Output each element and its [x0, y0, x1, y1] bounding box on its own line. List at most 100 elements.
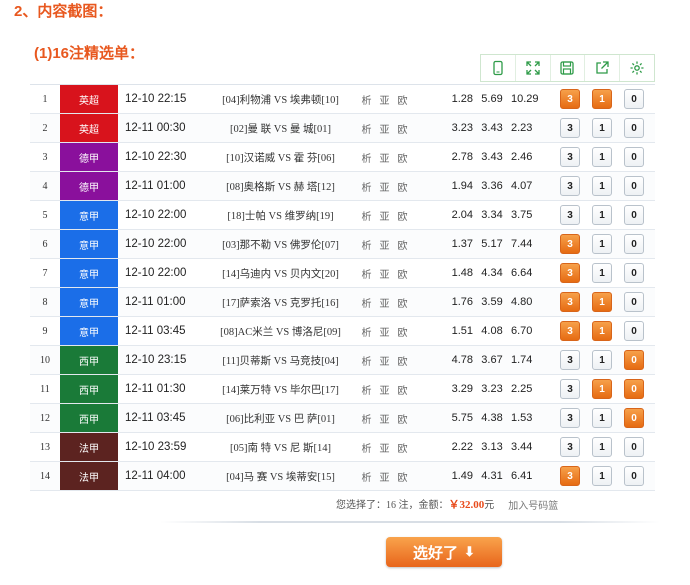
odds-win: 5.75: [451, 412, 473, 424]
pick-button-1[interactable]: 1: [592, 176, 612, 196]
match-teams: [02]曼 联 VS 曼 城[01]: [230, 123, 331, 135]
analysis-link[interactable]: 析: [362, 440, 372, 455]
fullscreen-icon[interactable]: [516, 55, 551, 81]
pick-button-1[interactable]: 1: [592, 350, 612, 370]
pick-button-0[interactable]: 0: [624, 89, 644, 109]
asian-odds-link[interactable]: 亚: [380, 150, 390, 165]
pick-button-3[interactable]: 3: [560, 176, 580, 196]
match-time: 12-11 03:45: [125, 412, 186, 424]
pick-button-0[interactable]: 0: [624, 350, 644, 370]
pick-button-1[interactable]: 1: [592, 321, 612, 341]
analysis-link[interactable]: 析: [362, 150, 372, 165]
pick-button-3[interactable]: 3: [560, 205, 580, 225]
pick-button-3[interactable]: 3: [560, 321, 580, 341]
pick-button-3[interactable]: 3: [560, 118, 580, 138]
euro-odds-link[interactable]: 欧: [398, 92, 408, 107]
pick-button-1[interactable]: 1: [592, 118, 612, 138]
asian-odds-link[interactable]: 亚: [380, 469, 390, 484]
pick-button-0[interactable]: 0: [624, 321, 644, 341]
pick-button-1[interactable]: 1: [592, 234, 612, 254]
euro-odds-link[interactable]: 欧: [398, 121, 408, 136]
asian-odds-link[interactable]: 亚: [380, 382, 390, 397]
asian-odds-link[interactable]: 亚: [380, 440, 390, 455]
euro-odds-link[interactable]: 欧: [398, 469, 408, 484]
pick-buttons: 310: [545, 466, 655, 486]
analysis-link[interactable]: 析: [362, 353, 372, 368]
asian-odds-link[interactable]: 亚: [380, 121, 390, 136]
pick-button-0[interactable]: 0: [624, 147, 644, 167]
pick-button-1[interactable]: 1: [592, 437, 612, 457]
pick-buttons: 310: [545, 437, 655, 457]
pick-button-3[interactable]: 3: [560, 466, 580, 486]
euro-odds-link[interactable]: 欧: [398, 440, 408, 455]
pick-button-0[interactable]: 0: [624, 205, 644, 225]
euro-odds-link[interactable]: 欧: [398, 295, 408, 310]
phone-icon[interactable]: [481, 55, 516, 81]
pick-button-0[interactable]: 0: [624, 379, 644, 399]
add-to-basket-link[interactable]: 加入号码篮: [508, 497, 558, 512]
analysis-link[interactable]: 析: [362, 266, 372, 281]
pick-button-3[interactable]: 3: [560, 350, 580, 370]
settings-icon[interactable]: [620, 55, 654, 81]
pick-button-1[interactable]: 1: [592, 379, 612, 399]
euro-odds-link[interactable]: 欧: [398, 382, 408, 397]
pick-button-0[interactable]: 0: [624, 118, 644, 138]
pick-button-3[interactable]: 3: [560, 263, 580, 283]
euro-odds-link[interactable]: 欧: [398, 179, 408, 194]
asian-odds-link[interactable]: 亚: [380, 179, 390, 194]
analysis-link[interactable]: 析: [362, 121, 372, 136]
euro-odds-link[interactable]: 欧: [398, 324, 408, 339]
asian-odds-link[interactable]: 亚: [380, 411, 390, 426]
analysis-link[interactable]: 析: [362, 382, 372, 397]
euro-odds-link[interactable]: 欧: [398, 266, 408, 281]
pick-button-0[interactable]: 0: [624, 437, 644, 457]
pick-button-1[interactable]: 1: [592, 263, 612, 283]
euro-odds-link[interactable]: 欧: [398, 353, 408, 368]
pick-button-3[interactable]: 3: [560, 89, 580, 109]
pick-button-3[interactable]: 3: [560, 292, 580, 312]
pick-button-0[interactable]: 0: [624, 466, 644, 486]
asian-odds-link[interactable]: 亚: [380, 353, 390, 368]
analysis-link[interactable]: 析: [362, 92, 372, 107]
analysis-link[interactable]: 析: [362, 324, 372, 339]
pick-button-3[interactable]: 3: [560, 147, 580, 167]
save-icon[interactable]: [551, 55, 586, 81]
row-number: 8: [42, 296, 48, 308]
pick-button-0[interactable]: 0: [624, 408, 644, 428]
pick-button-1[interactable]: 1: [592, 408, 612, 428]
match-teams: [06]比利亚 VS 巴 萨[01]: [226, 413, 335, 425]
asian-odds-link[interactable]: 亚: [380, 237, 390, 252]
asian-odds-link[interactable]: 亚: [380, 295, 390, 310]
done-button[interactable]: 选好了 ⬇: [386, 537, 502, 567]
pick-button-0[interactable]: 0: [624, 234, 644, 254]
pick-button-0[interactable]: 0: [624, 263, 644, 283]
analysis-link[interactable]: 析: [362, 411, 372, 426]
euro-odds-link[interactable]: 欧: [398, 150, 408, 165]
pick-buttons: 310: [545, 408, 655, 428]
pick-button-0[interactable]: 0: [624, 292, 644, 312]
asian-odds-link[interactable]: 亚: [380, 208, 390, 223]
pick-button-1[interactable]: 1: [592, 466, 612, 486]
pick-button-1[interactable]: 1: [592, 292, 612, 312]
odds-lose: 2.46: [511, 151, 533, 163]
asian-odds-link[interactable]: 亚: [380, 266, 390, 281]
analysis-link[interactable]: 析: [362, 179, 372, 194]
analysis-link[interactable]: 析: [362, 237, 372, 252]
pick-button-3[interactable]: 3: [560, 408, 580, 428]
asian-odds-link[interactable]: 亚: [380, 92, 390, 107]
pick-button-0[interactable]: 0: [624, 176, 644, 196]
pick-button-1[interactable]: 1: [592, 205, 612, 225]
pick-button-1[interactable]: 1: [592, 147, 612, 167]
analysis-link[interactable]: 析: [362, 469, 372, 484]
euro-odds-link[interactable]: 欧: [398, 411, 408, 426]
euro-odds-link[interactable]: 欧: [398, 208, 408, 223]
euro-odds-link[interactable]: 欧: [398, 237, 408, 252]
analysis-link[interactable]: 析: [362, 295, 372, 310]
asian-odds-link[interactable]: 亚: [380, 324, 390, 339]
share-icon[interactable]: [585, 55, 621, 81]
pick-button-3[interactable]: 3: [560, 234, 580, 254]
pick-button-3[interactable]: 3: [560, 379, 580, 399]
analysis-link[interactable]: 析: [362, 208, 372, 223]
pick-button-1[interactable]: 1: [592, 89, 612, 109]
pick-button-3[interactable]: 3: [560, 437, 580, 457]
